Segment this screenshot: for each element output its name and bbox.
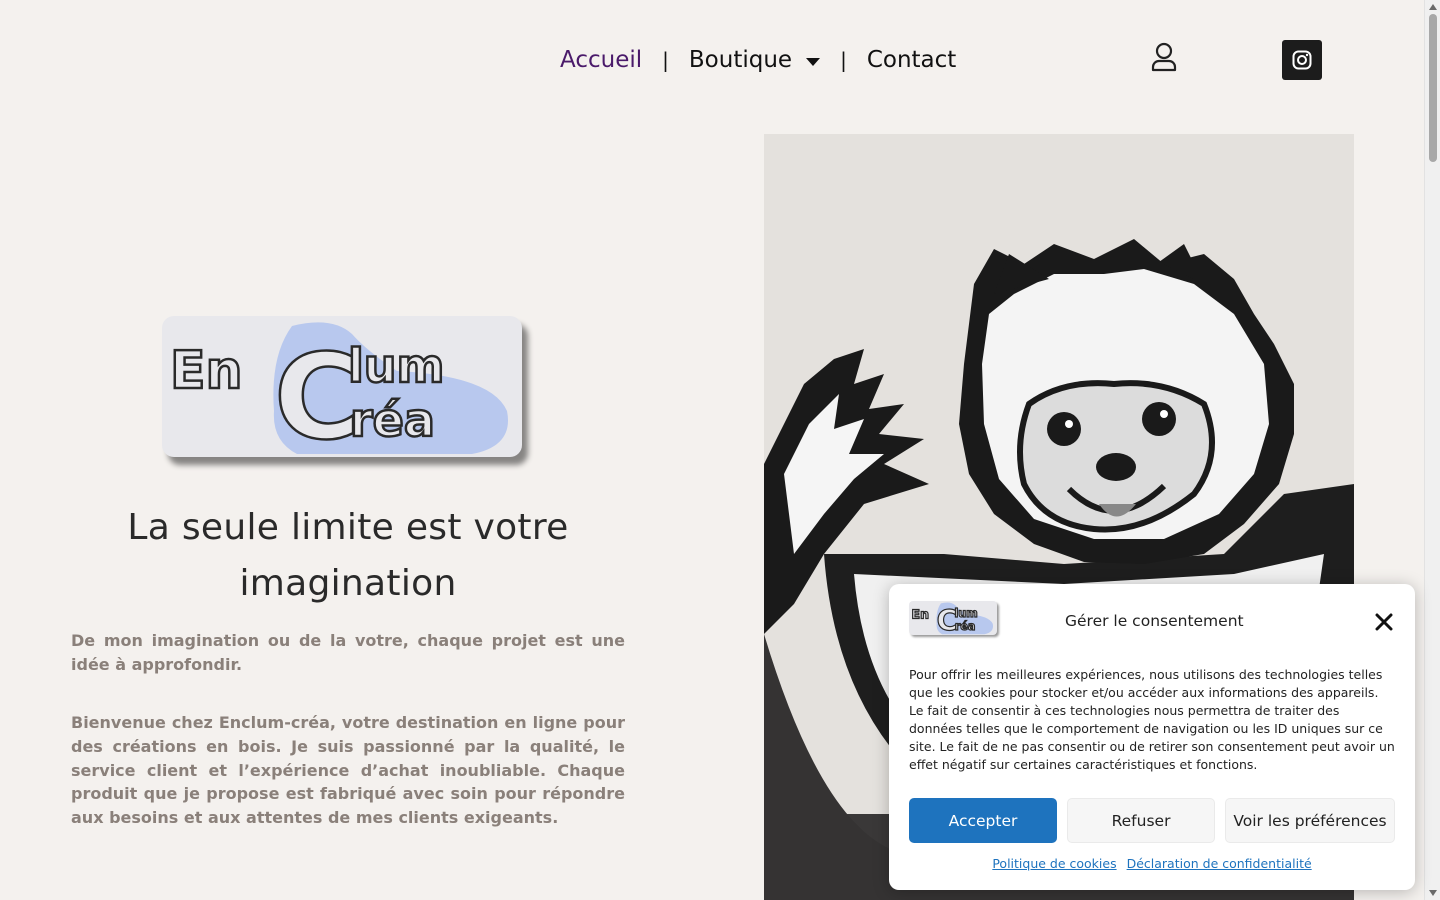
page-scrollbar[interactable] — [1424, 0, 1440, 900]
nav-contact[interactable]: Contact — [867, 47, 956, 73]
cookie-policy-link[interactable]: Politique de cookies — [992, 856, 1116, 871]
cookie-consent-dialog: En C lum réa Gérer le consentement Pour … — [889, 584, 1415, 890]
consent-logo-text-rea: réa — [955, 620, 975, 633]
nav-separator: | — [840, 48, 847, 72]
refuse-button[interactable]: Refuser — [1067, 798, 1215, 843]
consent-links: Politique de cookies Déclaration de conf… — [889, 856, 1415, 871]
consent-title: Gérer le consentement — [1065, 612, 1244, 630]
consent-description: Pour offrir les meilleures expériences, … — [909, 667, 1395, 772]
scroll-down-arrow-icon[interactable] — [1429, 890, 1437, 896]
main-nav: Accueil | Boutique | Contact — [560, 40, 956, 80]
hero-description-text: Bienvenue chez Enclum-créa, votre destin… — [71, 713, 625, 828]
consent-logo-text-en: En — [912, 606, 929, 621]
instagram-icon — [1292, 50, 1312, 70]
nav-separator: | — [662, 48, 669, 72]
view-preferences-button[interactable]: Voir les préférences — [1225, 798, 1395, 843]
consent-logo-text-lum: lum — [954, 607, 977, 620]
chevron-down-icon[interactable] — [806, 57, 821, 66]
privacy-statement-link[interactable]: Déclaration de confidentialité — [1127, 856, 1312, 871]
user-icon[interactable] — [1150, 42, 1178, 72]
nav-boutique[interactable]: Boutique — [688, 47, 821, 73]
instagram-button[interactable] — [1282, 40, 1322, 80]
logo-text-rea: réa — [350, 393, 435, 447]
nav-boutique-label: Boutique — [688, 47, 793, 73]
logo-text-lum: lum — [348, 339, 444, 393]
scrollbar-thumb[interactable] — [1429, 14, 1437, 162]
consent-logo: En C lum réa — [909, 601, 997, 635]
hero-headline: La seule limite est votre imagination — [127, 507, 569, 604]
nav-accueil[interactable]: Accueil — [560, 47, 642, 73]
close-icon[interactable] — [1375, 613, 1393, 631]
hero-intro-text: De mon imagination ou de la votre, chaqu… — [71, 631, 625, 674]
site-logo[interactable]: En C lum réa — [162, 316, 522, 457]
scroll-up-arrow-icon[interactable] — [1429, 4, 1437, 10]
logo-text-en: En — [170, 341, 243, 401]
accept-button[interactable]: Accepter — [909, 798, 1057, 843]
